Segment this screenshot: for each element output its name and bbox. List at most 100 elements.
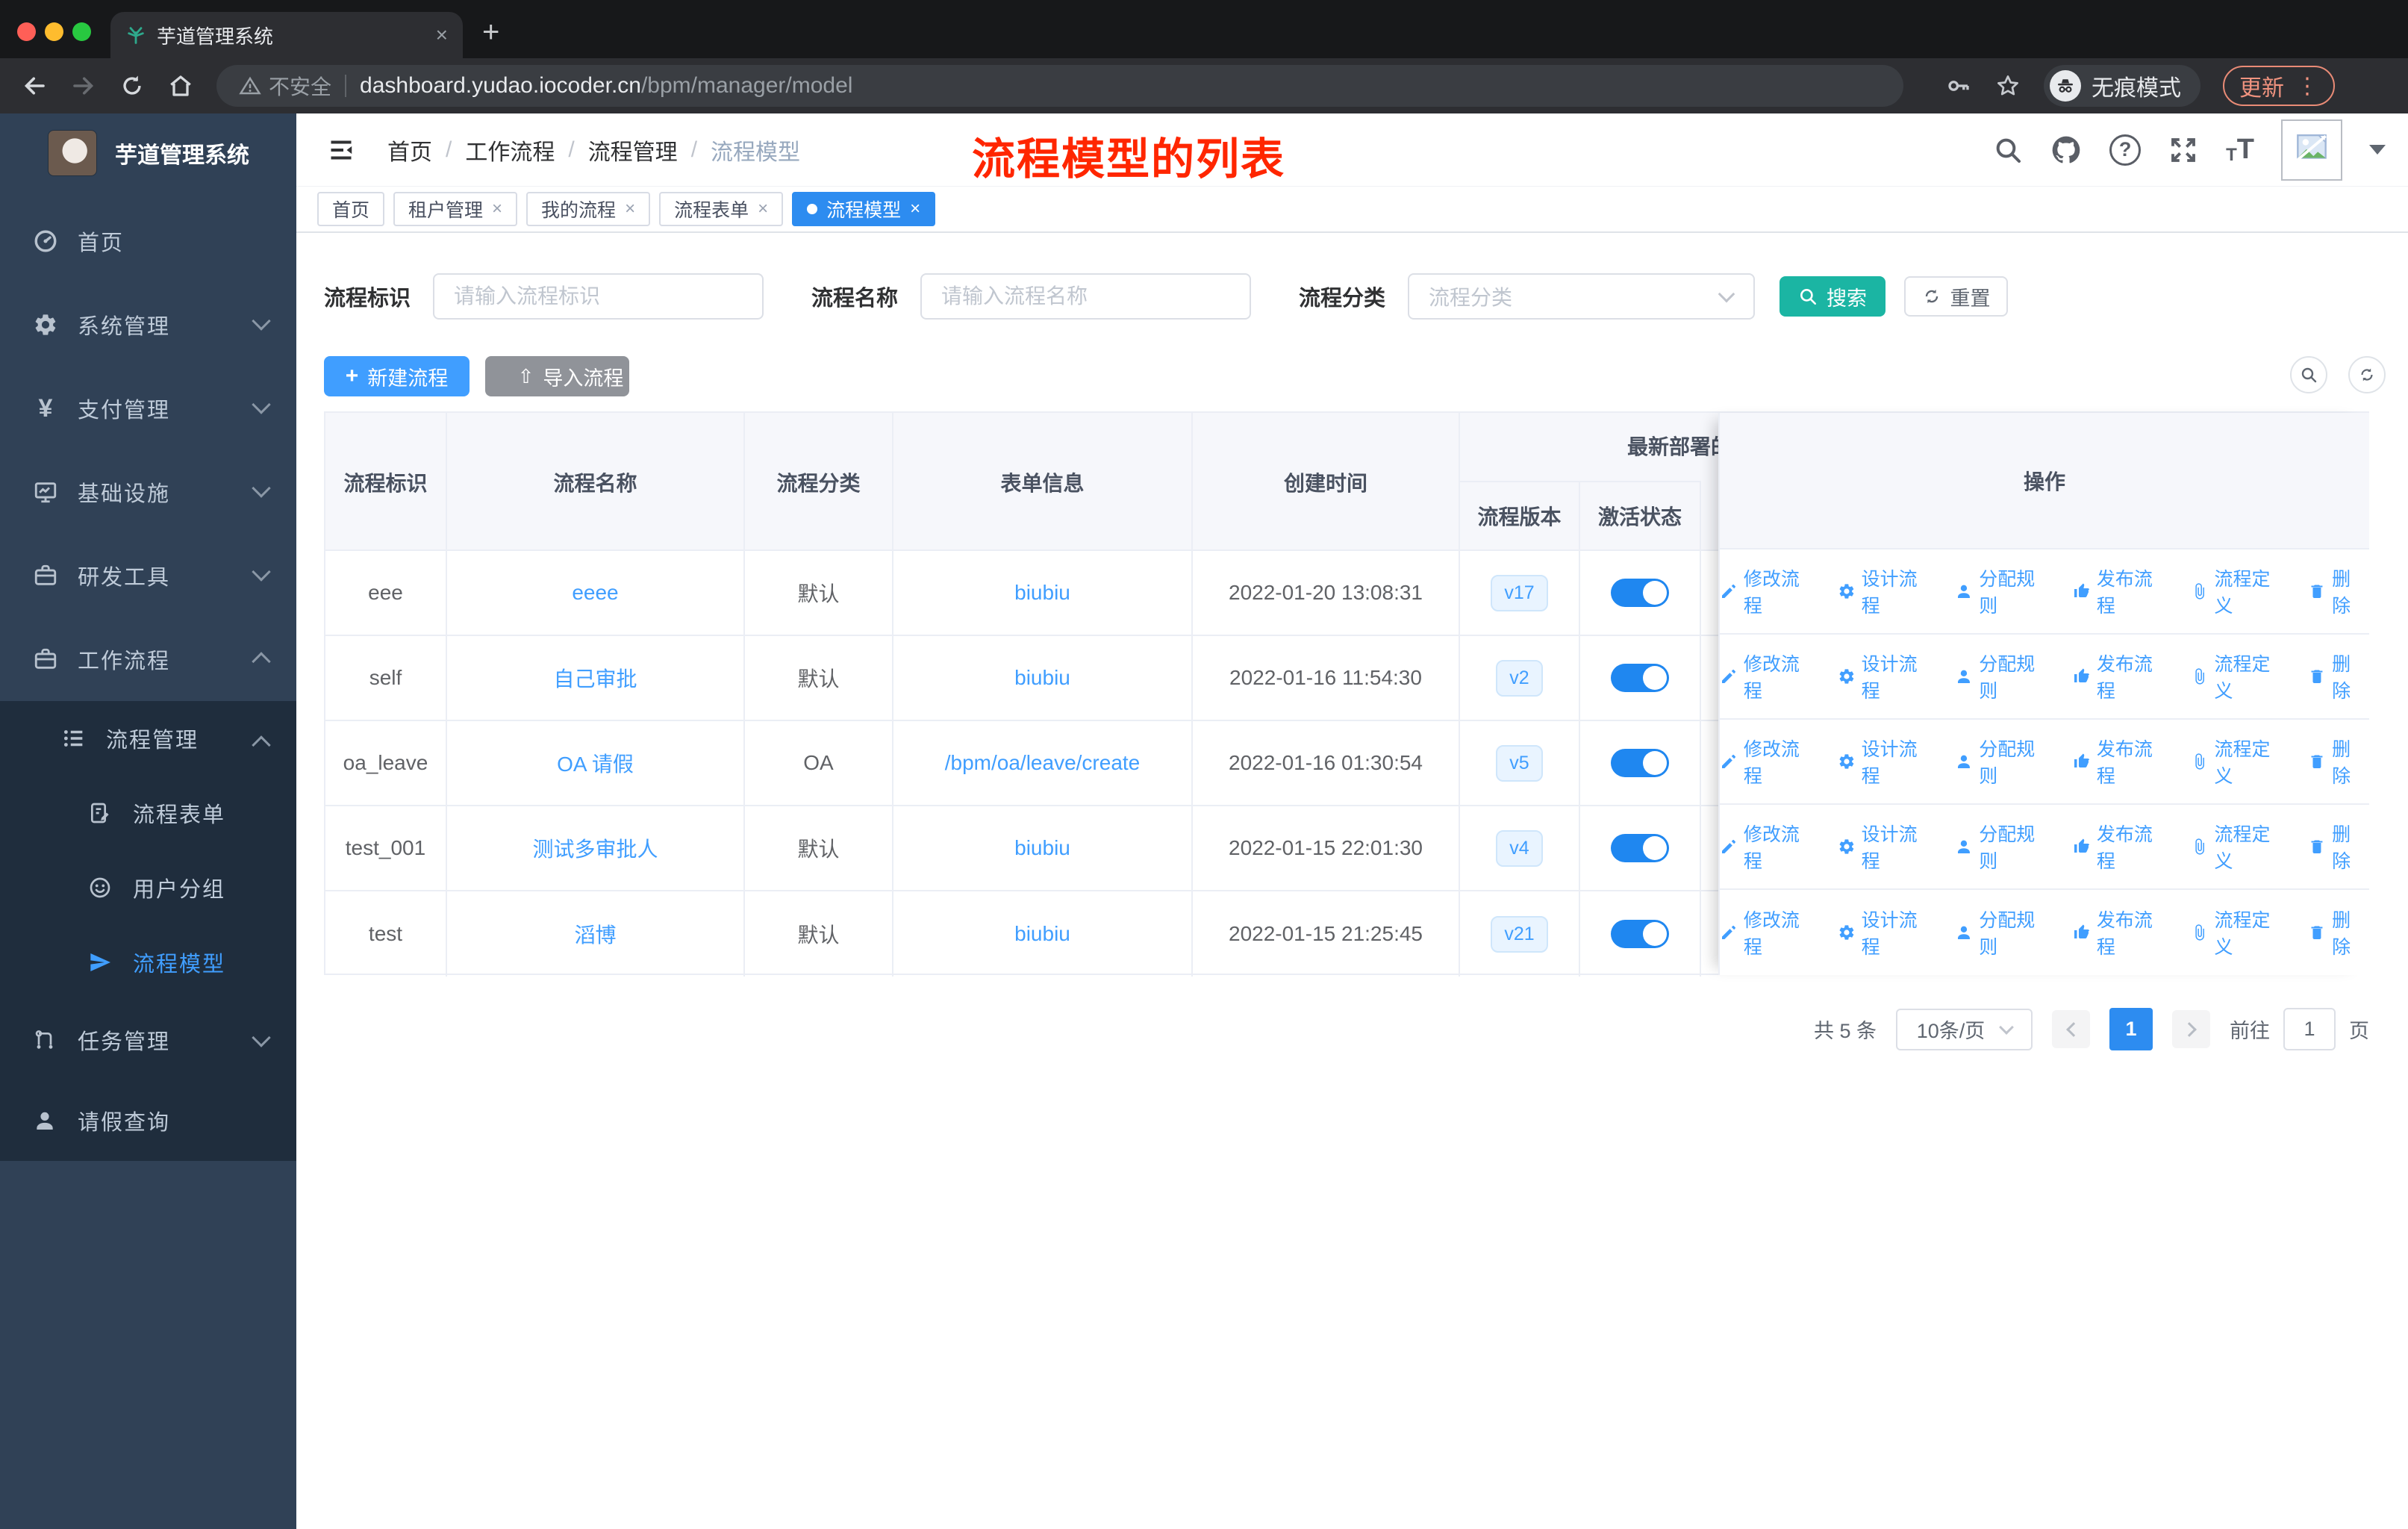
search-button[interactable]: 搜索 [1780, 276, 1886, 317]
delete-link[interactable]: 删除 [2308, 906, 2369, 959]
process-definition-link[interactable]: 流程定义 [2191, 820, 2289, 874]
design-process-link[interactable]: 设计流程 [1838, 564, 1936, 618]
publish-process-link[interactable]: 发布流程 [2073, 906, 2171, 959]
edit-process-link[interactable]: 修改流程 [1720, 735, 1818, 788]
version-badge[interactable]: v4 [1496, 829, 1543, 867]
help-icon[interactable]: ? [2109, 134, 2142, 166]
publish-process-link[interactable]: 发布流程 [2073, 650, 2171, 703]
delete-link[interactable]: 删除 [2308, 735, 2369, 788]
publish-process-link[interactable]: 发布流程 [2073, 820, 2171, 874]
new-tab-button[interactable]: + [482, 16, 499, 49]
assign-rule-link[interactable]: 分配规则 [1955, 650, 2053, 703]
tab-close-icon[interactable]: × [436, 23, 448, 47]
sidebar-item-payment[interactable]: ¥ 支付管理 [0, 367, 296, 450]
close-icon[interactable]: × [758, 199, 768, 219]
key-icon[interactable] [1945, 72, 1972, 99]
assign-rule-link[interactable]: 分配规则 [1955, 735, 2053, 788]
process-name-link[interactable]: 测试多审批人 [532, 833, 658, 863]
form-info-link[interactable]: biubiu [1014, 581, 1070, 605]
version-badge[interactable]: v2 [1496, 659, 1543, 697]
process-name-link[interactable]: 自己审批 [553, 663, 637, 693]
create-process-button[interactable]: + 新建流程 [324, 356, 470, 396]
chrome-update-button[interactable]: 更新 ⋮ [2223, 66, 2335, 106]
process-definition-link[interactable]: 流程定义 [2191, 650, 2289, 703]
close-window-button[interactable] [17, 22, 36, 41]
form-info-link[interactable]: biubiu [1014, 836, 1070, 860]
form-info-link[interactable]: biubiu [1014, 666, 1070, 690]
process-name-link[interactable]: OA 请假 [557, 748, 634, 778]
window-controls[interactable] [17, 22, 91, 41]
edit-process-link[interactable]: 修改流程 [1720, 564, 1818, 618]
home-icon[interactable] [167, 72, 194, 99]
prev-page-button[interactable] [2052, 1010, 2090, 1048]
process-name-link[interactable]: 滔博 [574, 919, 616, 949]
edit-process-link[interactable]: 修改流程 [1720, 650, 1818, 703]
avatar[interactable] [2281, 119, 2342, 181]
current-page[interactable]: 1 [2109, 1008, 2153, 1050]
delete-link[interactable]: 删除 [2308, 650, 2369, 703]
close-icon[interactable]: × [625, 199, 635, 219]
assign-rule-link[interactable]: 分配规则 [1955, 564, 2053, 618]
minimize-window-button[interactable] [45, 22, 63, 41]
form-info-link[interactable]: /bpm/oa/leave/create [945, 751, 1141, 775]
close-icon[interactable]: × [492, 199, 502, 219]
process-name-input[interactable] [920, 273, 1252, 320]
goto-page-input[interactable] [2283, 1008, 2336, 1050]
sidebar-item-user-group[interactable]: 用户分组 [0, 850, 296, 925]
address-bar[interactable]: 不安全 dashboard.yudao.iocoder.cn/bpm/manag… [216, 65, 1903, 107]
sidebar-item-leave-query[interactable]: 请假查询 [0, 1080, 296, 1161]
browser-tab[interactable]: 芋道管理系统 × [110, 12, 463, 58]
font-size-icon[interactable]: TT [2226, 134, 2254, 166]
process-definition-link[interactable]: 流程定义 [2191, 564, 2289, 618]
design-process-link[interactable]: 设计流程 [1838, 820, 1936, 874]
back-icon[interactable] [21, 72, 48, 99]
design-process-link[interactable]: 设计流程 [1838, 735, 1936, 788]
publish-process-link[interactable]: 发布流程 [2073, 735, 2171, 788]
caret-down-icon[interactable] [2369, 145, 2386, 155]
search-icon[interactable] [1993, 135, 2023, 165]
github-icon[interactable] [2050, 134, 2083, 166]
forward-icon[interactable] [70, 72, 97, 99]
process-category-select[interactable]: 流程分类 [1408, 273, 1756, 320]
assign-rule-link[interactable]: 分配规则 [1955, 820, 2053, 874]
version-badge[interactable]: v17 [1491, 574, 1548, 611]
delete-link[interactable]: 删除 [2308, 564, 2369, 618]
refresh-icon-button[interactable] [2348, 356, 2386, 393]
show-search-icon-button[interactable] [2290, 356, 2327, 393]
version-badge[interactable]: v21 [1491, 915, 1548, 953]
breadcrumb-workflow[interactable]: 工作流程 [465, 134, 555, 166]
edit-process-link[interactable]: 修改流程 [1720, 820, 1818, 874]
active-toggle[interactable] [1611, 664, 1669, 692]
assign-rule-link[interactable]: 分配规则 [1955, 906, 2053, 959]
form-info-link[interactable]: biubiu [1014, 922, 1070, 946]
tag-my-process[interactable]: 我的流程 × [526, 192, 651, 226]
sidebar-item-home[interactable]: 首页 [0, 199, 296, 283]
sidebar-item-process-model[interactable]: 流程模型 [0, 925, 296, 1000]
active-toggle[interactable] [1611, 834, 1669, 862]
process-definition-link[interactable]: 流程定义 [2191, 906, 2289, 959]
sidebar-collapse-icon[interactable] [326, 137, 356, 164]
design-process-link[interactable]: 设计流程 [1838, 650, 1936, 703]
close-icon[interactable]: × [910, 199, 920, 219]
maximize-window-button[interactable] [72, 22, 91, 41]
tag-tenant[interactable]: 租户管理 × [393, 192, 518, 226]
version-badge[interactable]: v5 [1496, 744, 1543, 782]
tag-home[interactable]: 首页 [317, 192, 385, 226]
bookmark-star-icon[interactable] [1994, 72, 2021, 99]
publish-process-link[interactable]: 发布流程 [2073, 564, 2171, 618]
reload-icon[interactable] [119, 73, 145, 99]
breadcrumb-process-mgmt[interactable]: 流程管理 [588, 134, 678, 166]
reset-button[interactable]: 重置 [1904, 276, 2009, 317]
tag-process-model[interactable]: 流程模型 × [792, 192, 936, 226]
tag-process-form[interactable]: 流程表单 × [659, 192, 784, 226]
process-definition-link[interactable]: 流程定义 [2191, 735, 2289, 788]
security-warning[interactable]: 不安全 [239, 71, 331, 101]
sidebar-item-workflow[interactable]: 工作流程 [0, 617, 296, 701]
sidebar-item-process-mgmt[interactable]: 流程管理 [0, 701, 296, 776]
delete-link[interactable]: 删除 [2308, 820, 2369, 874]
sidebar-item-system[interactable]: 系统管理 [0, 283, 296, 367]
edit-process-link[interactable]: 修改流程 [1720, 906, 1818, 959]
browser-menu-icon[interactable]: ⋮ [2296, 73, 2318, 99]
sidebar-item-devtools[interactable]: 研发工具 [0, 534, 296, 617]
fullscreen-icon[interactable] [2168, 134, 2199, 166]
